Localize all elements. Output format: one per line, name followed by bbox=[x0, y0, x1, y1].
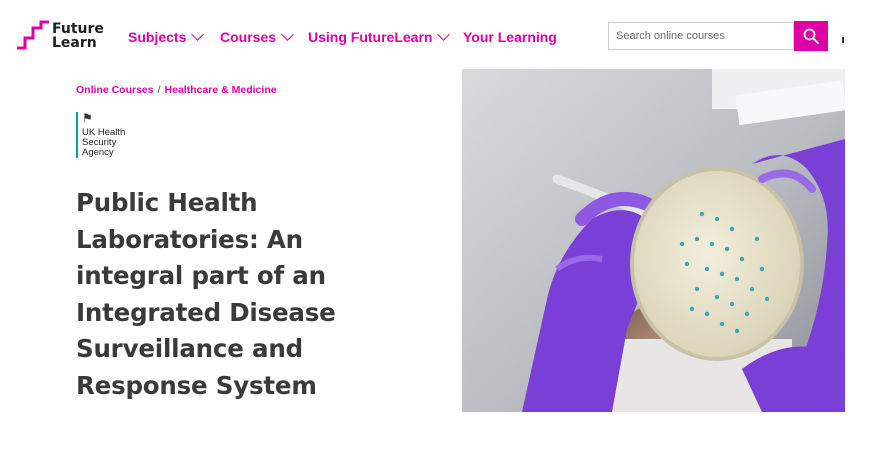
chevron-down-icon bbox=[437, 28, 451, 41]
search-button[interactable] bbox=[794, 21, 828, 51]
organisation-name-line-3: Agency bbox=[82, 147, 114, 158]
breadcrumb-separator: / bbox=[157, 84, 161, 96]
search-icon bbox=[803, 28, 819, 44]
course-hero-image bbox=[462, 69, 845, 412]
royal-crest-icon: ⚑ bbox=[82, 111, 93, 125]
nav-courses[interactable]: Courses bbox=[220, 28, 294, 45]
chevron-down-icon bbox=[281, 28, 294, 41]
futurelearn-logo[interactable]: Future Learn bbox=[16, 20, 104, 52]
nav-subjects[interactable]: Subjects bbox=[128, 28, 205, 45]
nav-your-learning[interactable]: Your Learning bbox=[463, 29, 557, 45]
nav-courses-label: Courses bbox=[220, 29, 277, 45]
account-menu-edge[interactable] bbox=[842, 37, 844, 43]
search-placeholder: Search online courses bbox=[616, 30, 725, 42]
nav-subjects-label: Subjects bbox=[128, 29, 187, 45]
top-navigation: Future Learn Subjects Courses Using Futu… bbox=[0, 0, 885, 70]
organisation-name: UK Health Security Agency bbox=[82, 128, 125, 158]
breadcrumb-online-courses[interactable]: Online Courses bbox=[76, 84, 154, 96]
search-input[interactable]: Search online courses bbox=[608, 22, 794, 50]
organisation-logo[interactable]: ⚑ UK Health Security Agency bbox=[76, 112, 125, 158]
futurelearn-logo-icon bbox=[17, 20, 49, 50]
logo-line-2: Learn bbox=[52, 35, 97, 51]
logo-line-1: Future bbox=[52, 21, 104, 37]
nav-using-futurelearn-label: Using FutureLearn bbox=[308, 29, 433, 45]
nav-using-futurelearn[interactable]: Using FutureLearn bbox=[308, 28, 451, 45]
nav-your-learning-label: Your Learning bbox=[463, 29, 557, 45]
petri-dish-photo bbox=[462, 69, 845, 412]
chevron-down-icon bbox=[191, 28, 205, 41]
course-title: Public Health Laboratories: An integral … bbox=[76, 188, 336, 400]
breadcrumb-healthcare-medicine[interactable]: Healthcare & Medicine bbox=[165, 84, 277, 96]
logo-wordmark: Future Learn bbox=[52, 22, 104, 50]
breadcrumb: Online Courses / Healthcare & Medicine bbox=[76, 84, 277, 96]
